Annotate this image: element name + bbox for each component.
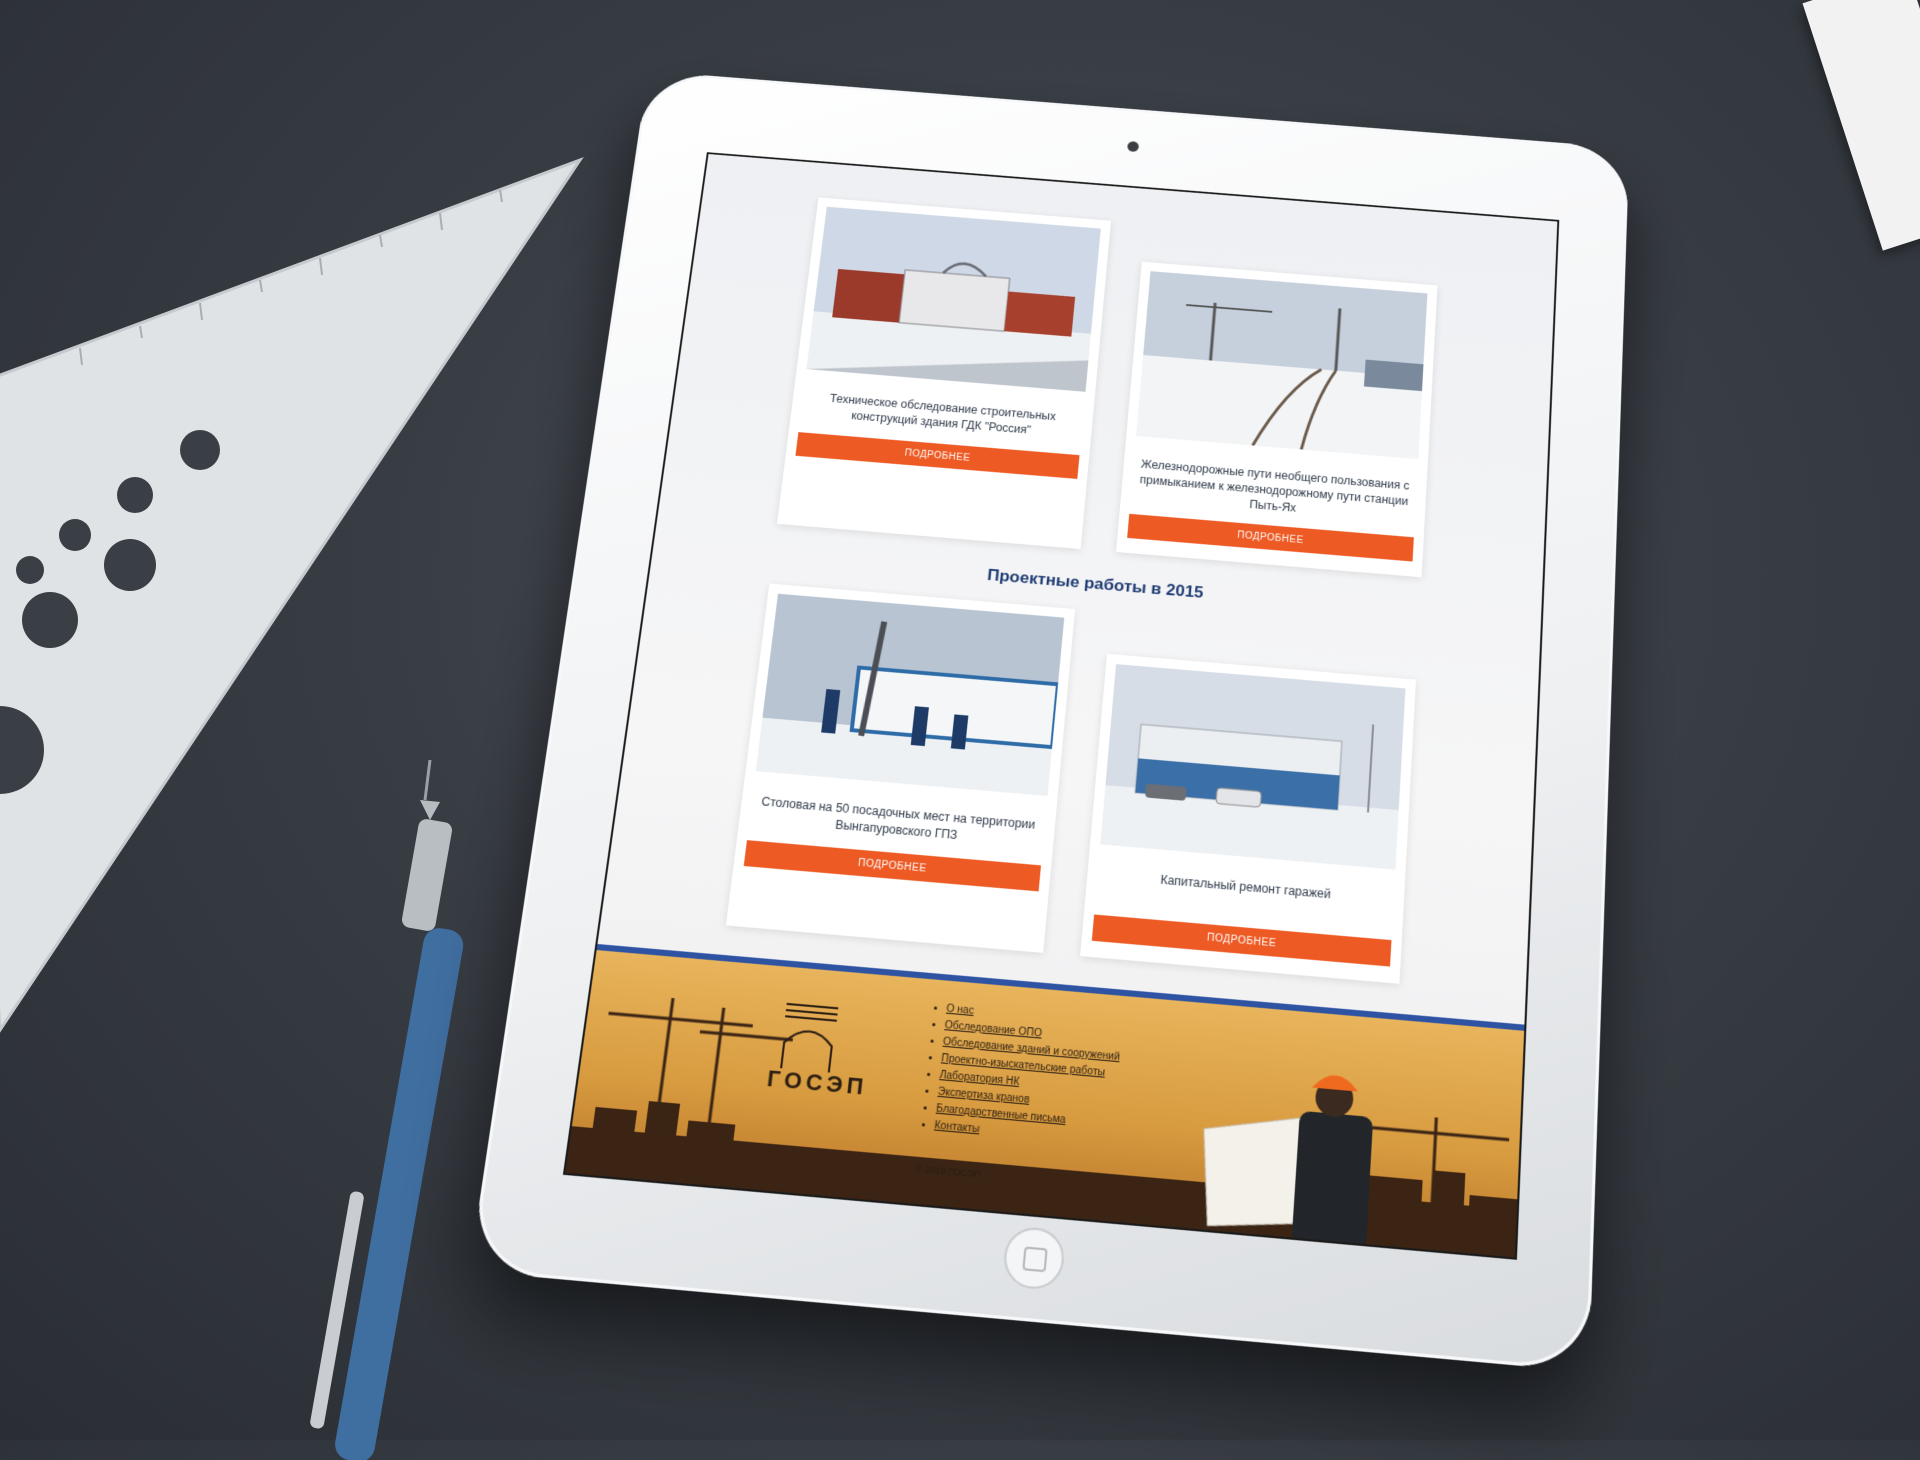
project-caption: Железнодорожные пути необщего пользовани… [1136, 456, 1411, 525]
projects-grid-bottom: Столовая на 50 посадочных мест на террит… [602, 573, 1540, 994]
project-card: Столовая на 50 посадочных мест на террит… [726, 584, 1075, 953]
project-photo-building [806, 207, 1100, 392]
project-card: Техническое обследование строительных ко… [777, 197, 1111, 549]
project-photo-railway [1136, 271, 1427, 459]
footer-link[interactable]: Контакты [934, 1120, 980, 1136]
project-photo-garages [1100, 664, 1405, 870]
project-card: Капитальный ремонт гаражей подробнее [1080, 654, 1416, 984]
footer-link[interactable]: О нас [946, 1003, 975, 1017]
footer-nav: О нас Обследование ОПО Обследование здан… [919, 1000, 1123, 1150]
more-button[interactable]: подробнее [1092, 914, 1392, 966]
mechanical-pencil [270, 740, 470, 1460]
projects-grid-top: Техническое обследование строительных ко… [658, 188, 1556, 587]
project-photo-canteen [756, 594, 1065, 796]
project-caption: Капитальный ремонт гаражей [1158, 872, 1331, 923]
paper-sheet [1803, 0, 1920, 251]
website-screen: Техническое обследование строительных ко… [563, 152, 1559, 1260]
project-card: Железнодорожные пути необщего пользовани… [1116, 262, 1437, 578]
tablet-device: Техническое обследование строительных ко… [469, 71, 1629, 1372]
